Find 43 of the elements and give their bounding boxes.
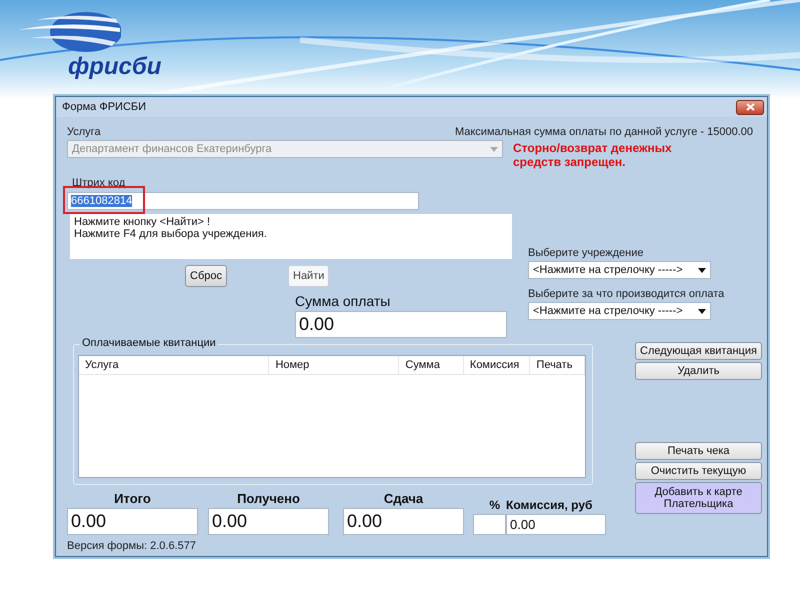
institution-dropdown[interactable]: <Нажмите на стрелочку -----> — [528, 261, 711, 279]
close-icon — [746, 103, 754, 111]
form-button[interactable]: Печать чека — [635, 442, 762, 460]
form-button[interactable]: Следующая квитанция — [635, 342, 762, 360]
add-to-card-button[interactable]: Добавить к карте Плательщика — [635, 482, 762, 514]
column-header[interactable]: Комиссия — [464, 356, 530, 374]
column-header[interactable]: Номер — [269, 356, 400, 374]
form-button[interactable]: Найти — [288, 265, 330, 287]
window-title: Форма ФРИСБИ — [62, 101, 146, 113]
payment-dropdown[interactable]: <Нажмите на стрелочку -----> — [528, 302, 711, 320]
barcode-field[interactable]: 6661082814 — [67, 192, 419, 210]
max-sum-note: Максимальная сумма оплаты по данной услуге - 15000.00 — [454, 126, 753, 138]
total-label: Сдача — [384, 491, 424, 506]
dropdown-icon — [698, 268, 706, 272]
field-label: Сумма оплаты — [295, 293, 392, 309]
message-line: Нажмите F4 для выбора учреждения. — [74, 228, 268, 240]
total-field[interactable]: 0.00 — [343, 508, 464, 535]
total-label: Получено — [237, 491, 300, 506]
column-header[interactable]: Сумма — [399, 356, 464, 374]
dropdown-icon — [490, 146, 498, 152]
group-title: Оплачиваемые квитанции — [80, 337, 218, 349]
total-field[interactable]: 0.00 — [67, 508, 198, 535]
commission-field[interactable]: 0.00 — [506, 514, 606, 535]
close-button[interactable] — [736, 100, 764, 114]
column-header[interactable]: Услуга — [79, 356, 270, 374]
total-field[interactable]: 0.00 — [208, 508, 329, 535]
total-label: Итого — [114, 491, 151, 506]
sum-field[interactable]: 0.00 — [295, 311, 507, 338]
percent-field[interactable] — [473, 514, 506, 535]
form-button[interactable]: Удалить — [635, 362, 762, 380]
form-button[interactable]: Очистить текущую — [635, 462, 762, 480]
field-label: Выберите за что производится оплата — [528, 288, 726, 300]
field-label: Услуга — [67, 126, 101, 138]
commission-label: Комиссия, руб — [506, 498, 592, 512]
message-line: Нажмите кнопку <Найти> ! — [74, 216, 212, 228]
warning-text: Сторно/возврат денежных средств запрещен. — [513, 141, 673, 169]
version-text: Версия формы: 2.0.6.577 — [67, 540, 197, 552]
field-label: Выберите учреждение — [528, 247, 644, 259]
column-header[interactable]: Печать — [530, 356, 585, 374]
dropdown-icon — [698, 308, 706, 314]
logo-text: фрисби — [68, 54, 162, 80]
form-button[interactable]: Сброс — [185, 265, 227, 287]
percent-label: % — [488, 498, 500, 512]
